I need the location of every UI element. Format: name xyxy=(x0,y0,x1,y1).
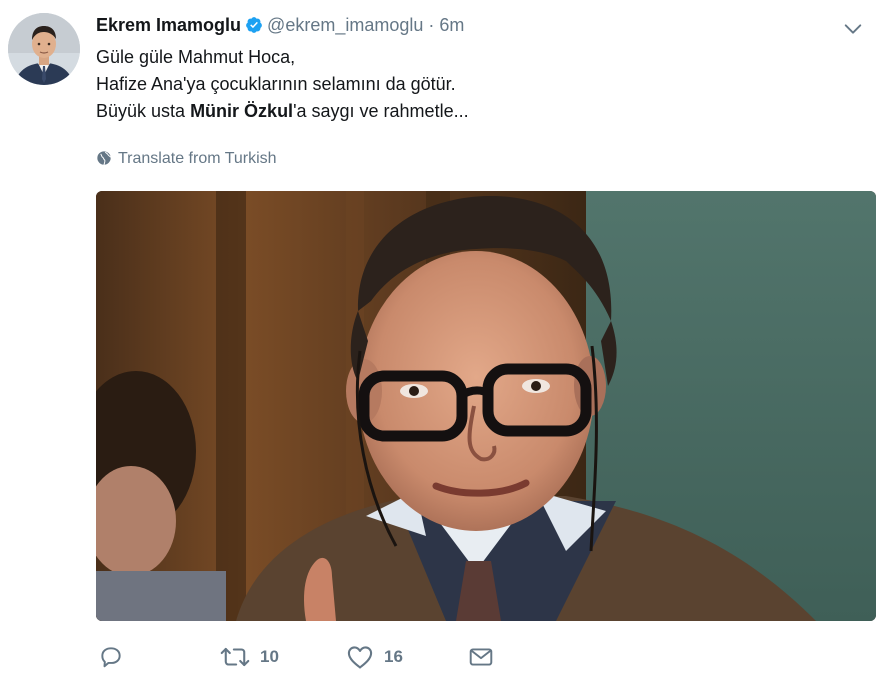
tweet-text-line: Güle güle Mahmut Hoca, xyxy=(96,47,296,67)
heart-icon xyxy=(347,646,373,669)
tweet-photo[interactable] xyxy=(96,191,876,621)
author-handle[interactable]: @ekrem_imamoglu xyxy=(267,15,423,35)
tweet-text-line: Büyük usta Münir Özkul'a saygı ve rahmet… xyxy=(96,98,469,125)
tweet-actions: 10 16 xyxy=(96,642,696,672)
direct-message-button[interactable] xyxy=(468,642,504,672)
avatar[interactable] xyxy=(8,13,80,85)
translate-link[interactable]: Translate from Turkish xyxy=(96,148,277,170)
author-name[interactable]: Ekrem Imamoglu xyxy=(96,15,241,35)
verified-badge-icon xyxy=(246,17,262,33)
retweet-icon xyxy=(220,647,250,667)
translate-label: Translate from Turkish xyxy=(118,150,277,167)
globe-icon xyxy=(97,151,112,165)
chevron-down-icon[interactable] xyxy=(842,18,864,40)
tweet-text-line: Hafize Ana'ya çocuklarının selamını da g… xyxy=(96,74,456,94)
reply-icon xyxy=(101,647,121,668)
tweet-text-segment: 'a saygı ve rahmetle... xyxy=(293,101,469,121)
like-button[interactable]: 16 xyxy=(346,642,403,672)
tweet-text-bold: Münir Özkul xyxy=(190,101,294,121)
tweet-timestamp[interactable]: 6m xyxy=(439,15,464,35)
separator-dot: · xyxy=(428,15,435,35)
reply-button[interactable] xyxy=(98,642,134,672)
retweet-button[interactable]: 10 xyxy=(220,642,279,672)
tweet-card: Ekrem Imamoglu @ekrem_imamoglu · 6m Güle … xyxy=(0,0,880,679)
tweet-text-segment: Büyük usta xyxy=(96,101,191,121)
retweet-count: 10 xyxy=(260,647,279,666)
like-count: 16 xyxy=(384,647,403,666)
envelope-icon xyxy=(469,648,493,666)
tweet-text: Güle güle Mahmut Hoca, Hafize Ana'ya çoc… xyxy=(96,44,469,125)
tweet-header: Ekrem Imamoglu @ekrem_imamoglu · 6m xyxy=(96,12,464,38)
